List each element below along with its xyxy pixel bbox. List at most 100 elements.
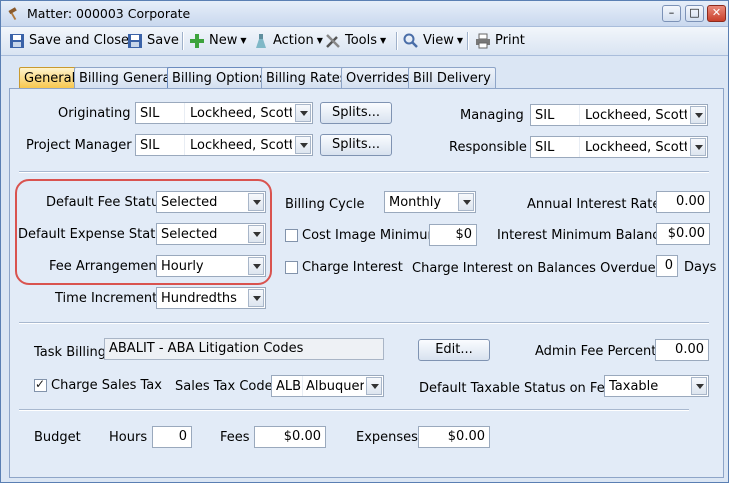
chevron-down-icon: ▼ bbox=[456, 36, 464, 45]
originating-select[interactable]: SIL Lockheed, Scott I. bbox=[135, 102, 313, 124]
sales-tax-code-select[interactable]: ALB Albuquerque bbox=[271, 375, 384, 397]
admin-fee-percent-input[interactable]: 0.00 bbox=[655, 339, 709, 361]
default-expense-status-select[interactable]: Selected bbox=[156, 223, 266, 245]
matter-window: Matter: 000003 Corporate – □ ✕ Save and … bbox=[0, 0, 729, 483]
sales-tax-code-name: Albuquerque bbox=[306, 379, 364, 394]
dropdown-arrow-icon[interactable] bbox=[691, 377, 707, 395]
dropdown-arrow-icon[interactable] bbox=[458, 193, 474, 211]
default-expense-status-label: Default Expense Status bbox=[18, 227, 171, 242]
budget-hours-label: Hours bbox=[109, 430, 148, 445]
admin-fee-percent-label: Admin Fee Percent bbox=[535, 344, 657, 359]
view-label: View bbox=[423, 33, 454, 48]
project-manager-splits-button[interactable]: Splits... bbox=[320, 134, 392, 156]
project-manager-select[interactable]: SIL Lockheed, Scott I. bbox=[135, 134, 313, 156]
toolbar-separator bbox=[467, 32, 469, 50]
plus-icon bbox=[190, 34, 204, 48]
section-divider bbox=[19, 409, 689, 411]
budget-hours-input[interactable]: 0 bbox=[152, 426, 192, 448]
managing-name: Lockheed, Scott I. bbox=[585, 108, 687, 123]
charge-interest-label: Charge Interest bbox=[302, 260, 403, 275]
time-increments-value: Hundredths bbox=[161, 291, 237, 306]
save-and-close-label: Save and Close bbox=[29, 33, 130, 48]
tab-overrides[interactable]: Overrides bbox=[341, 67, 415, 88]
tools-label: Tools bbox=[345, 33, 378, 48]
save-close-icon bbox=[10, 34, 24, 48]
billing-cycle-label: Billing Cycle bbox=[285, 197, 365, 212]
cost-image-minimum-input[interactable]: $0 bbox=[429, 224, 477, 246]
combo-divider bbox=[184, 103, 185, 123]
default-taxable-status-select[interactable]: Taxable bbox=[604, 375, 709, 397]
combo-divider bbox=[579, 105, 580, 125]
action-menu-button[interactable]: Action ▼ bbox=[253, 31, 323, 51]
tab-billing-general[interactable]: Billing General bbox=[74, 67, 180, 88]
dropdown-arrow-icon[interactable] bbox=[295, 136, 311, 154]
dropdown-arrow-icon[interactable] bbox=[248, 289, 264, 307]
tab-general[interactable]: General bbox=[19, 67, 81, 89]
save-and-close-button[interactable]: Save and Close bbox=[9, 31, 129, 51]
originating-splits-button[interactable]: Splits... bbox=[320, 102, 392, 124]
new-menu-button[interactable]: New ▼ bbox=[189, 31, 247, 51]
toolbar-separator bbox=[182, 32, 184, 50]
save-button[interactable]: Save bbox=[127, 31, 179, 51]
dropdown-arrow-icon[interactable] bbox=[295, 104, 311, 122]
originating-name: Lockheed, Scott I. bbox=[190, 106, 292, 121]
charge-interest-overdue-label: Charge Interest on Balances Overdue by bbox=[412, 261, 676, 276]
dropdown-arrow-icon[interactable] bbox=[690, 138, 706, 156]
project-manager-label: Project Manager bbox=[26, 138, 132, 153]
dropdown-arrow-icon[interactable] bbox=[248, 225, 264, 243]
cost-image-minimum-label: Cost Image Minimum bbox=[302, 228, 441, 243]
tab-billing-rates[interactable]: Billing Rates bbox=[261, 67, 352, 88]
maximize-button[interactable]: □ bbox=[685, 5, 704, 22]
combo-divider bbox=[579, 137, 580, 157]
save-label: Save bbox=[147, 33, 179, 48]
close-button[interactable]: ✕ bbox=[707, 5, 726, 22]
dropdown-arrow-icon[interactable] bbox=[690, 106, 706, 124]
charge-sales-tax-checkbox[interactable] bbox=[34, 377, 47, 392]
budget-expenses-input[interactable]: $0.00 bbox=[418, 426, 490, 448]
fee-arrangement-label: Fee Arrangement bbox=[49, 259, 162, 274]
edit-task-billing-button[interactable]: Edit... bbox=[418, 339, 490, 361]
fee-arrangement-select[interactable]: Hourly bbox=[156, 255, 266, 277]
dropdown-arrow-icon[interactable] bbox=[248, 257, 264, 275]
chevron-down-icon: ▼ bbox=[240, 36, 247, 45]
view-menu-button[interactable]: View ▼ bbox=[403, 31, 463, 51]
task-billing-field: ABALIT - ABA Litigation Codes bbox=[104, 338, 384, 360]
billing-cycle-select[interactable]: Monthly bbox=[384, 191, 476, 213]
time-increments-select[interactable]: Hundredths bbox=[156, 287, 266, 309]
responsible-code: SIL bbox=[535, 140, 555, 155]
toolbar-separator bbox=[396, 32, 398, 50]
days-unit-label: Days bbox=[684, 260, 717, 275]
charge-interest-checkbox[interactable] bbox=[285, 261, 298, 274]
tab-bill-delivery[interactable]: Bill Delivery bbox=[408, 67, 496, 88]
charge-sales-tax-label: Charge Sales Tax bbox=[51, 378, 162, 393]
responsible-select[interactable]: SIL Lockheed, Scott I. bbox=[530, 136, 708, 158]
overdue-days-input[interactable]: 0 bbox=[656, 255, 678, 277]
default-fee-status-label: Default Fee Status bbox=[46, 195, 166, 210]
sales-tax-code-label: Sales Tax Code bbox=[175, 379, 273, 394]
minimize-button[interactable]: – bbox=[662, 5, 681, 22]
managing-select[interactable]: SIL Lockheed, Scott I. bbox=[530, 104, 708, 126]
budget-label: Budget bbox=[34, 430, 81, 445]
tools-menu-button[interactable]: Tools ▼ bbox=[325, 31, 386, 51]
magnifier-icon bbox=[403, 33, 418, 48]
window-title: Matter: 000003 Corporate bbox=[27, 6, 191, 21]
action-label: Action bbox=[273, 33, 314, 48]
dropdown-arrow-icon[interactable] bbox=[366, 377, 382, 395]
chevron-down-icon: ▼ bbox=[380, 36, 387, 45]
combo-divider bbox=[302, 376, 303, 396]
project-manager-code: SIL bbox=[140, 138, 160, 153]
annual-interest-rate-input[interactable]: 0.00 bbox=[656, 191, 710, 213]
print-button[interactable]: Print bbox=[475, 31, 525, 51]
default-fee-status-select[interactable]: Selected bbox=[156, 191, 266, 213]
dropdown-arrow-icon[interactable] bbox=[248, 193, 264, 211]
budget-fees-input[interactable]: $0.00 bbox=[254, 426, 326, 448]
section-divider bbox=[19, 322, 709, 324]
title-bar: Matter: 000003 Corporate – □ ✕ bbox=[1, 1, 728, 27]
gavel-icon bbox=[8, 7, 17, 21]
default-taxable-status-value: Taxable bbox=[609, 379, 659, 394]
managing-label: Managing bbox=[460, 108, 524, 123]
tab-billing-options[interactable]: Billing Options bbox=[167, 67, 272, 88]
interest-minimum-balance-input[interactable]: $0.00 bbox=[656, 223, 710, 245]
fee-arrangement-value: Hourly bbox=[161, 259, 204, 274]
cost-image-minimum-checkbox[interactable] bbox=[285, 229, 298, 242]
